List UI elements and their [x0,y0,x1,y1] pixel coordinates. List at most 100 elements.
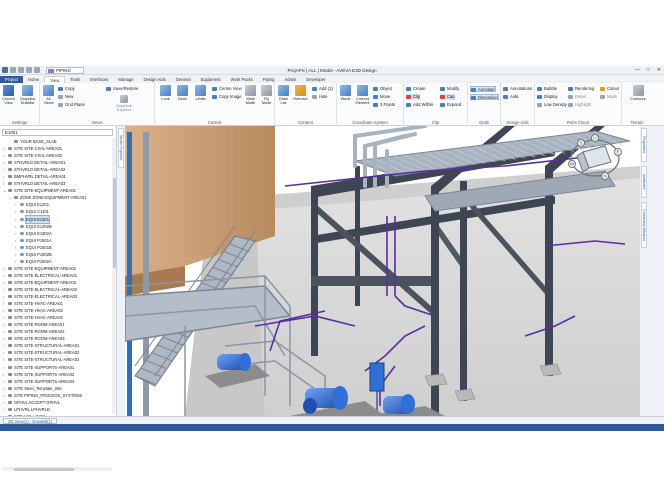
all-views-button[interactable]: All Views [41,85,56,105]
tree-node[interactable]: › STHVRLD DETAIL-AREA01 [0,159,112,166]
tree-node[interactable]: › EQUI P1501B [0,244,112,251]
tree-node[interactable]: › SITE SITE-CIVIL-AREA01 [0,145,112,152]
tab-piping[interactable]: Piping [258,76,280,83]
tree-expander-icon[interactable]: › [3,385,4,392]
3d-viewport[interactable]: U W E S N [125,126,640,416]
tree-node[interactable]: › SITE SITE-ROOM-AREA02 [0,328,112,335]
tree-expander-icon[interactable]: › [3,272,4,279]
tree-expander-icon[interactable]: › [15,216,16,223]
tree-node[interactable]: › EQUI C1101 [0,208,112,215]
tab-tools[interactable]: Tools [65,76,85,83]
tree-node[interactable]: › SITE SITE-SUPPORTS-AREA01 [0,364,112,371]
tree-expander-icon[interactable]: › [3,364,4,371]
cap-button[interactable]: Cap [440,94,455,100]
centre-view-button[interactable]: Centre View [212,86,242,92]
tree-node[interactable]: › SITE SITE-ELECTRICAL-AREA03 [0,293,112,300]
tree-expander-icon[interactable]: › [3,180,4,187]
tree-node[interactable]: › SITE SITE-EQUIPMENT-AREA02 [0,265,112,272]
tree-expander-icon[interactable]: › [3,392,4,399]
tree-expander-icon[interactable]: › [3,321,4,328]
tree-node[interactable]: › SITE SITE-SUPPORTS-AREA03 [0,378,112,385]
hide-button[interactable]: Hide [312,94,328,100]
tree-node[interactable]: ⌄ SITE SITE-EQUIPMENT-AREA01 [0,187,112,194]
tree-node[interactable]: › SITE SITE-EQUIPMENT-AREA03 [0,279,112,286]
tab-equipment[interactable]: Equipment [196,76,226,83]
tree-node[interactable]: › SITE SITE-CIVIL-AREA02 [0,152,112,159]
tree-node[interactable]: › SITE SITE-ROOM-AREA01 [0,321,112,328]
tree-node[interactable]: › STHVRLD DETAIL-AREA03 [0,180,112,187]
tree-node[interactable]: › EQUI E1302B [0,223,112,230]
tree-expander-icon[interactable]: › [3,342,4,349]
modify-button[interactable]: Modify [440,86,459,92]
tree-expander-icon[interactable]: › [3,159,4,166]
display-button[interactable]: Display [537,94,558,100]
tree-expander-icon[interactable]: › [3,356,4,363]
tree-node[interactable]: › SITE SITE-HVAC-AREA02 [0,307,112,314]
tree-node[interactable]: ⌄ ZONE ZONE-EQUIPMENT-AREA01 [0,194,112,201]
tree-node[interactable]: › SITE SITE-SUPPORTS-AREA02 [0,371,112,378]
side-tab-model-explorer[interactable]: Model Explorer [118,128,124,168]
tree-node[interactable]: › SITE SITE-ROOM-AREA03 [0,335,112,342]
tree-expander-icon[interactable]: › [3,378,4,385]
tab-view[interactable]: View [44,76,66,83]
explorer-scroll-thumb[interactable] [112,178,116,268]
add-button[interactable]: Add (1) [312,86,333,92]
low-density-button[interactable]: Low Density [537,102,567,108]
colour-button[interactable]: Colour [600,86,619,92]
dimension-button[interactable]: Dimension [470,94,499,100]
tree-expander-icon[interactable]: › [3,279,4,286]
viewcube-north-label[interactable]: N [603,174,606,179]
tab-design-aids[interactable]: Design Aids [139,76,171,83]
tab-project[interactable]: Project [0,76,24,83]
tree-node[interactable]: › SITE SITE-STRUCTURAL-AREA02 [0,349,112,356]
viewcube-south-label[interactable]: S [579,141,582,146]
tree-expander-icon[interactable]: ⌄ [9,194,12,201]
tab-work-packs[interactable]: Work Packs [226,76,258,83]
tree-node[interactable]: › EQUI E1302A [0,230,112,237]
tree-expander-icon[interactable]: › [3,349,4,356]
draw-list-button[interactable]: Draw List [276,85,291,105]
create-clip-button[interactable]: Create [406,86,426,92]
side-tab-attributes[interactable]: Attributes [641,166,647,198]
world-button[interactable]: World [338,85,353,101]
tree-node[interactable]: › EQUI P1501A [0,237,112,244]
walk-mode-button[interactable]: Walk Mode [243,85,258,105]
tab-general[interactable]: General [171,76,196,83]
tree-node[interactable]: › SITE SITE-ELECTRICAL-AREA01 [0,272,112,279]
tree-expander-icon[interactable]: › [3,307,4,314]
tree-expander-icon[interactable]: › [15,223,16,230]
save-restore-button[interactable]: Save/Restore [106,86,138,92]
tree-expander-icon[interactable]: › [15,244,16,251]
tab-developer[interactable]: Developer [301,76,330,83]
tree-node[interactable]: › SITE SITE-HVAC-AREA01 [0,300,112,307]
object-button[interactable]: Object [373,86,392,92]
explorer-hscroll-thumb[interactable] [14,467,74,471]
clip-button[interactable]: Clip [406,94,421,100]
annotations-button[interactable]: Annotations [503,86,532,92]
tree-expander-icon[interactable]: › [3,293,4,300]
fly-mode-button[interactable]: Fly Mode [259,85,274,105]
remove-button[interactable]: Remove [293,85,308,101]
rendering-button[interactable]: Rendering [568,86,594,92]
copy-view-button[interactable]: Copy [58,86,75,92]
tree-node[interactable]: › SITE SITE-STRUCTURAL-AREA03 [0,356,112,363]
graphics-button[interactable]: Graphics Drawlist [20,85,35,105]
tab-admin[interactable]: Admin [280,76,302,83]
tree-expander-icon[interactable]: ⌄ [3,187,6,194]
tree-expander-icon[interactable]: › [15,258,16,265]
side-tab-properties[interactable]: Properties [641,128,647,162]
mask-button[interactable]: Mask [600,94,617,100]
limits-button[interactable]: Limits [193,85,208,101]
tab-interfaces[interactable]: Interfaces [85,76,113,83]
add-within-button[interactable]: Add Within [406,102,433,108]
viewcube-up-label[interactable]: U [593,136,596,141]
tree-node[interactable]: YOUR BASE_SLAB [0,138,112,145]
tree-expander-icon[interactable]: › [3,328,4,335]
detail-button[interactable]: Detail [568,94,586,100]
tree-node[interactable]: › SITE SITE-ELECTRICAL-AREA02 [0,286,112,293]
tree-expander-icon[interactable]: › [3,399,4,406]
explorer-search-input[interactable]: E1001 [2,129,113,136]
move-button[interactable]: Move [373,94,390,100]
tree-expander-icon[interactable]: › [3,166,4,173]
tree-node[interactable]: › EQUI P1502B [0,251,112,258]
